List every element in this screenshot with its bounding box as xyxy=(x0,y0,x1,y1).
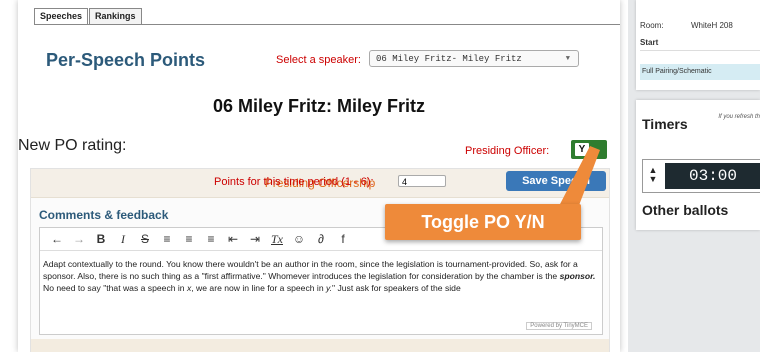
comment-text-2c: " Just ask for speakers of the side xyxy=(332,283,461,293)
comment-paragraph: No need to say "that was a speech in x, … xyxy=(43,282,599,294)
right-panel: Room: WhiteH 208 Start Full Pairing/Sche… xyxy=(628,0,760,352)
timer-display[interactable]: 03:00 xyxy=(665,163,760,189)
start-label: Start xyxy=(640,38,659,47)
timer-adjust-icon[interactable]: ▲ ▼ xyxy=(643,160,663,192)
refresh-note: If you refresh th xyxy=(718,114,760,120)
room-value: WhiteH 208 xyxy=(691,21,733,30)
full-pairing-link[interactable]: Full Pairing/Schematic xyxy=(640,64,760,80)
tab-bar: Speeches Rankings xyxy=(34,8,143,25)
align-right-icon[interactable]: ≡ xyxy=(200,230,222,248)
italic-icon[interactable]: I xyxy=(112,230,134,248)
room-label: Room: xyxy=(640,21,664,30)
speaker-select-value: 06 Miley Fritz- Miley Fritz xyxy=(376,54,522,64)
points-value: 4 xyxy=(402,177,408,187)
divider xyxy=(640,50,760,51)
toggle-po-callout: Toggle PO Y/N xyxy=(385,204,581,240)
indent-icon[interactable]: ⇥ xyxy=(244,230,266,248)
image-icon[interactable]: f xyxy=(332,230,354,248)
timers-title: Timers xyxy=(642,116,688,132)
callout-arrow xyxy=(558,146,600,208)
points-select[interactable]: 4 xyxy=(398,175,446,187)
points-label: Points for this time period (1 - 6): xyxy=(214,176,374,188)
po-rating-label: New PO rating: xyxy=(18,137,127,154)
comments-text[interactable]: Adapt contextually to the round. You kno… xyxy=(43,258,599,294)
comment-text-1: Adapt contextually to the round. You kno… xyxy=(43,259,578,281)
strikethrough-icon[interactable]: S xyxy=(134,230,156,248)
chevron-down-icon: ▼ xyxy=(565,55,570,63)
comment-text-2a: No need to say "that was a speech in xyxy=(43,283,187,293)
main-area: Speeches Rankings Per-Speech Points Sele… xyxy=(0,0,628,352)
speaker-select[interactable]: 06 Miley Fritz- Miley Fritz ▼ xyxy=(369,50,579,67)
speaker-select-label: Select a speaker: xyxy=(276,54,361,66)
emoji-icon[interactable]: ☺ xyxy=(288,230,310,248)
tab-divider xyxy=(34,24,620,25)
comments-label: Comments & feedback xyxy=(39,208,169,222)
align-center-icon[interactable]: ≡ xyxy=(178,230,200,248)
bold-icon[interactable]: B xyxy=(90,230,112,248)
comment-text-2b: , we are now in line for a speech in xyxy=(191,283,326,293)
clear-format-icon[interactable]: Tx xyxy=(266,230,288,248)
link-icon[interactable]: ∂ xyxy=(310,230,332,248)
comment-paragraph: Adapt contextually to the round. You kno… xyxy=(43,258,599,282)
tab-speeches[interactable]: Speeches xyxy=(34,8,89,25)
tab-rankings[interactable]: Rankings xyxy=(89,8,142,25)
align-left-icon[interactable]: ≡ xyxy=(156,230,178,248)
timer-widget: ▲ ▼ 03:00 xyxy=(642,159,760,193)
points-bar xyxy=(31,339,609,352)
undo-icon[interactable]: ← xyxy=(46,230,68,248)
outdent-icon[interactable]: ⇤ xyxy=(222,230,244,248)
redo-icon[interactable]: → xyxy=(68,230,90,248)
other-ballots-title: Other ballots xyxy=(642,202,729,218)
comments-editor[interactable]: ← → B I S ≡ ≡ ≡ ⇤ ⇥ Tx ☺ ∂ f Adapt conte… xyxy=(39,227,603,335)
comment-emphasis: sponsor. xyxy=(559,271,596,281)
section-title: Per-Speech Points xyxy=(46,50,206,70)
speech-heading: 06 Miley Fritz: Miley Fritz xyxy=(212,96,426,116)
powered-by-badge[interactable]: Powered by TinyMCE xyxy=(526,322,592,330)
